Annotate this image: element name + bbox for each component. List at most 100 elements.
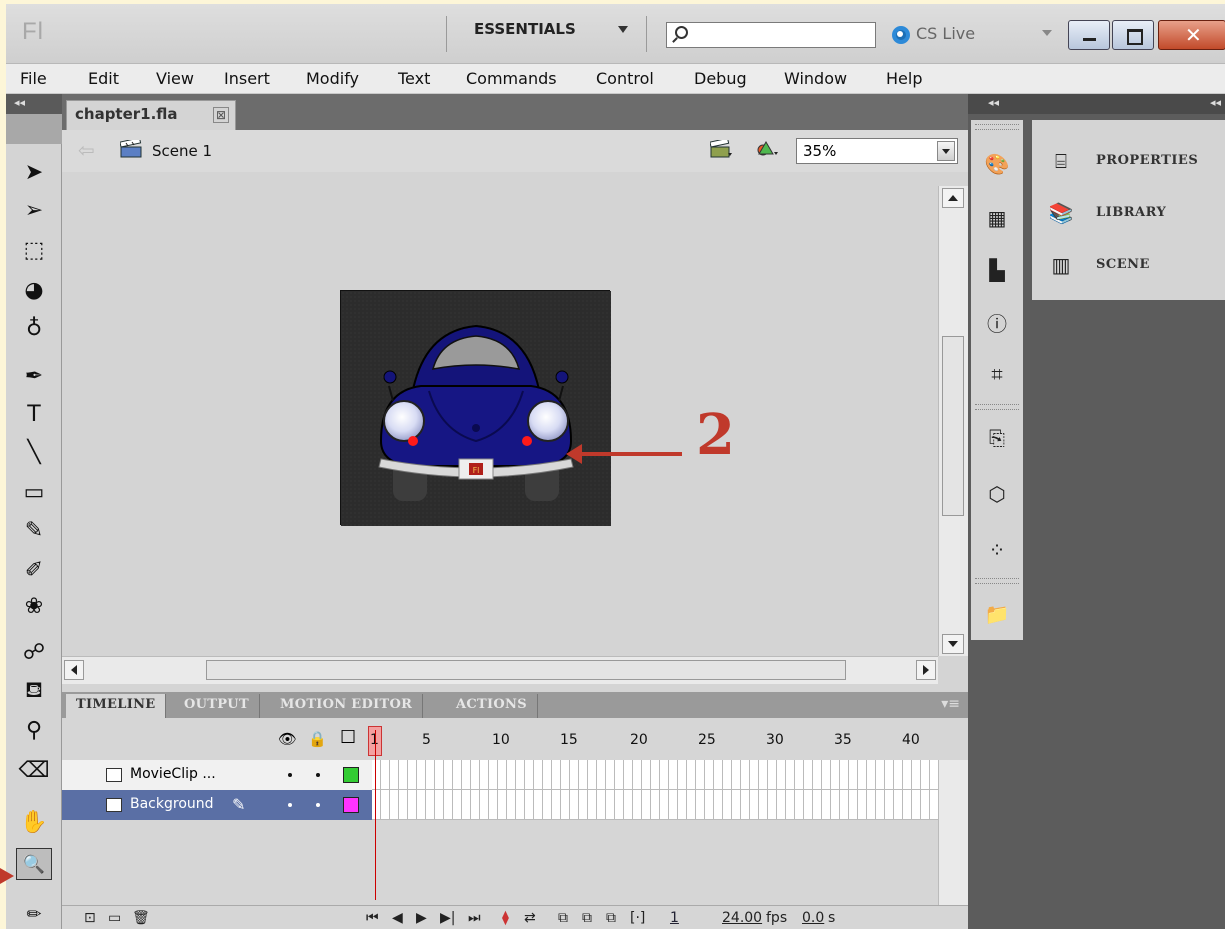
play-icon[interactable]: ▶ <box>416 910 427 926</box>
collapse-icon[interactable]: ◂◂ <box>988 96 999 109</box>
collapse-icon[interactable]: ◂◂ <box>1210 96 1221 109</box>
onion-outlines-icon[interactable]: ⧉ <box>582 910 592 926</box>
horizontal-scrollbar[interactable] <box>62 656 938 684</box>
info-icon[interactable]: ⓘ <box>979 304 1015 340</box>
pencil-tool-icon[interactable]: ✎ <box>16 514 52 546</box>
lock-dot[interactable] <box>316 773 320 777</box>
step-back-icon[interactable]: ◀ <box>392 910 403 926</box>
eyedropper-tool-icon[interactable]: ⚲ <box>16 714 52 746</box>
swatches-icon[interactable]: ▦ <box>979 200 1015 236</box>
zoom-tool-icon[interactable]: 🔍 <box>16 848 52 880</box>
minimize-button[interactable] <box>1068 20 1110 50</box>
go-to-first-icon[interactable]: ⏮ <box>366 910 379 926</box>
align-icon[interactable]: ▙ <box>979 252 1015 288</box>
layer-row[interactable]: MovieClip ... <box>62 760 938 790</box>
center-frame-icon[interactable]: ⧫ <box>502 910 509 926</box>
cs-live-icon[interactable] <box>892 26 910 44</box>
workspace-switcher[interactable]: ESSENTIALS <box>474 20 576 38</box>
line-tool-icon[interactable]: ╲ <box>16 436 52 468</box>
layer-color-box[interactable] <box>343 767 359 783</box>
outline-icon[interactable]: ☐ <box>340 727 356 748</box>
frame-row[interactable] <box>372 760 938 790</box>
tab-actions[interactable]: ACTIONS <box>446 694 538 718</box>
text-tool-icon[interactable]: T <box>16 398 52 430</box>
frame-rate[interactable]: 24.00 <box>722 910 762 926</box>
new-layer-icon[interactable]: ⊡ <box>84 910 96 926</box>
hand-tool-icon[interactable]: ✋ <box>16 806 52 838</box>
pen-tool-icon[interactable]: ✒ <box>16 360 52 392</box>
project-icon[interactable]: 📁 <box>979 596 1015 632</box>
layer-row-selected[interactable]: Background ✎ <box>62 790 938 820</box>
cs-live-button[interactable]: CS Live <box>916 24 975 43</box>
visibility-dot[interactable] <box>288 773 292 777</box>
scroll-up-icon[interactable] <box>942 188 964 208</box>
code-snippets-icon[interactable]: ⎘ <box>979 420 1015 456</box>
tab-timeline[interactable]: TIMELINE <box>66 694 167 718</box>
panel-grip[interactable] <box>975 404 1019 410</box>
3d-rotation-tool-icon[interactable]: ◕ <box>16 274 52 306</box>
vertical-scrollbar[interactable] <box>938 186 968 656</box>
scroll-thumb[interactable] <box>206 660 846 680</box>
motion-presets-icon[interactable]: ⁘ <box>979 532 1015 568</box>
scroll-right-icon[interactable] <box>916 660 936 680</box>
tab-motion-editor[interactable]: MOTION EDITOR <box>270 694 424 718</box>
modify-markers-icon[interactable]: [·] <box>630 910 645 926</box>
timeline-vertical-scrollbar[interactable] <box>938 760 968 905</box>
maximize-button[interactable] <box>1112 20 1154 50</box>
dock-header[interactable]: ◂◂ <box>968 94 1026 114</box>
layer-name[interactable]: Background <box>130 796 214 812</box>
chevron-down-icon[interactable] <box>1042 30 1052 36</box>
zoom-select[interactable]: 35% <box>796 138 958 164</box>
tab-output[interactable]: OUTPUT <box>174 694 260 718</box>
edit-multiple-frames-icon[interactable]: ⧉ <box>606 910 616 926</box>
menu-commands[interactable]: Commands <box>466 69 557 88</box>
menu-help[interactable]: Help <box>886 69 922 88</box>
menu-window[interactable]: Window <box>784 69 847 88</box>
menu-modify[interactable]: Modify <box>306 69 359 88</box>
menu-insert[interactable]: Insert <box>224 69 270 88</box>
brush-tool-icon[interactable]: ✐ <box>16 554 52 586</box>
paint-bucket-tool-icon[interactable]: ⛾ <box>16 676 52 708</box>
lasso-tool-icon[interactable]: ♁ <box>16 312 52 344</box>
frame-row[interactable] <box>372 790 938 820</box>
bone-tool-icon[interactable]: ☍ <box>16 636 52 668</box>
lock-icon[interactable]: 🔒 <box>308 730 327 748</box>
step-forward-icon[interactable]: ▶| <box>440 910 455 926</box>
properties-panel-button[interactable]: ⌸ PROPERTIES <box>1046 148 1216 176</box>
current-frame[interactable]: 1 <box>670 910 679 926</box>
library-panel-button[interactable]: 📚 LIBRARY <box>1046 200 1216 228</box>
menu-control[interactable]: Control <box>596 69 654 88</box>
scroll-thumb[interactable] <box>942 336 964 516</box>
components-icon[interactable]: ⬡ <box>979 476 1015 512</box>
elapsed-time[interactable]: 0.0 <box>802 910 824 926</box>
pasteboard[interactable]: Fl <box>62 172 938 656</box>
transform-icon[interactable]: ⌗ <box>979 356 1015 392</box>
collapse-icon[interactable]: ◂◂ <box>14 96 25 109</box>
rectangle-tool-icon[interactable]: ▭ <box>16 476 52 508</box>
scene-panel-button[interactable]: ▥ SCENE <box>1046 252 1216 280</box>
tools-panel-grip[interactable] <box>6 114 62 144</box>
scroll-left-icon[interactable] <box>64 660 84 680</box>
search-input[interactable] <box>666 22 876 48</box>
panel-grip[interactable] <box>975 578 1019 584</box>
onion-skin-icon[interactable]: ⧉ <box>558 910 568 926</box>
eraser-tool-icon[interactable]: ⌫ <box>16 754 52 786</box>
new-folder-icon[interactable]: ▭ <box>108 910 121 926</box>
chevron-down-icon[interactable] <box>618 26 628 33</box>
lock-dot[interactable] <box>316 803 320 807</box>
delete-layer-icon[interactable]: 🗑 <box>132 910 150 926</box>
close-tab-icon[interactable]: ⊠ <box>213 107 229 123</box>
edit-scene-icon[interactable] <box>710 140 732 158</box>
loop-icon[interactable]: ⇄ <box>524 910 536 926</box>
stage[interactable]: Fl <box>340 290 611 526</box>
scene-label[interactable]: Scene 1 <box>152 142 212 160</box>
menu-debug[interactable]: Debug <box>694 69 747 88</box>
stroke-color-icon[interactable]: ✏ <box>16 898 52 929</box>
eye-icon[interactable]: 👁 <box>278 730 297 748</box>
document-tab[interactable]: chapter1.fla ⊠ <box>66 100 236 130</box>
scroll-down-icon[interactable] <box>942 634 964 654</box>
car-illustration[interactable]: Fl <box>341 291 611 526</box>
selection-tool-icon[interactable]: ➤ <box>16 156 52 188</box>
menu-view[interactable]: View <box>156 69 194 88</box>
layer-name[interactable]: MovieClip ... <box>130 766 216 782</box>
